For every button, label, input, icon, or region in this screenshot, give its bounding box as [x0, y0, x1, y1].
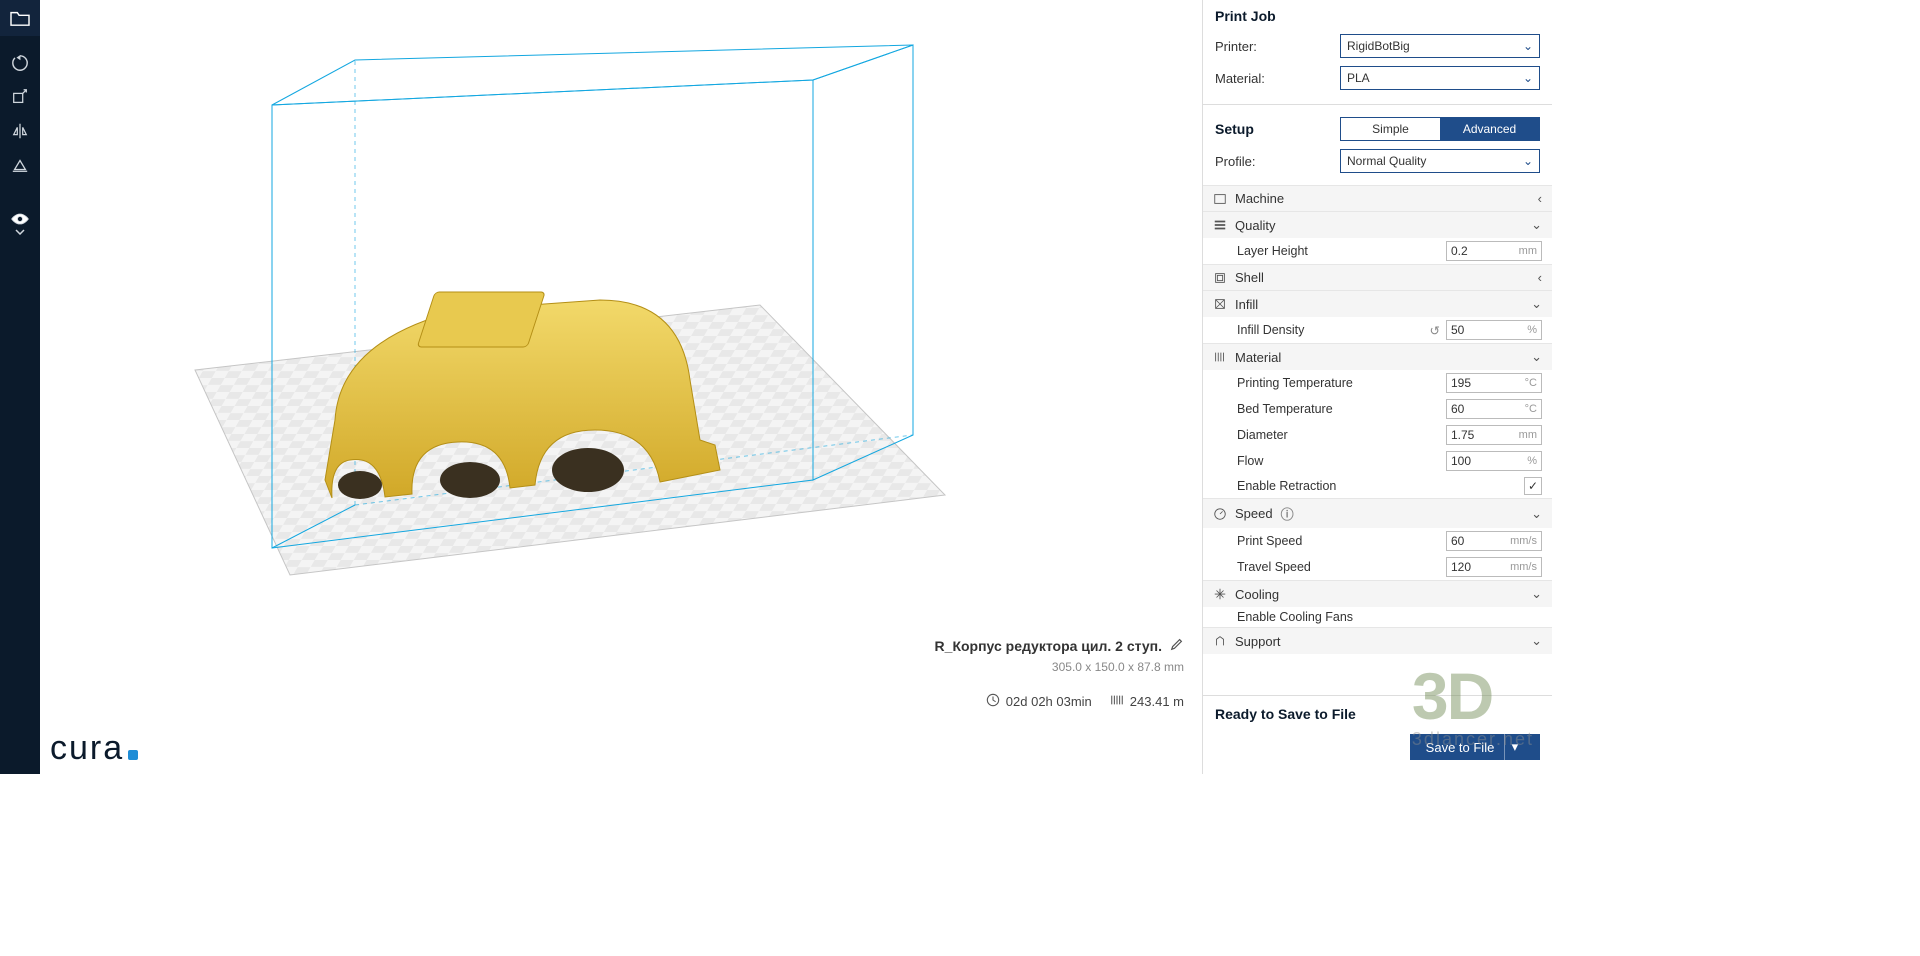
model-name: R_Корпус редуктора цил. 2 ступ. — [935, 638, 1162, 654]
printer-select[interactable]: RigidBotBig⌄ — [1340, 34, 1540, 58]
mode-advanced-button[interactable]: Advanced — [1440, 118, 1539, 140]
infill-density-input[interactable]: 50% — [1446, 320, 1542, 340]
profile-select[interactable]: Normal Quality⌄ — [1340, 149, 1540, 173]
category-quality[interactable]: Quality⌄ — [1203, 211, 1552, 238]
field-enable-cooling: Enable Cooling Fans — [1203, 607, 1552, 627]
layflat-tool[interactable] — [0, 148, 40, 182]
field-infill-density: Infill Density↺50% — [1203, 317, 1552, 343]
field-printing-temp: Printing Temperature195°C — [1203, 370, 1552, 396]
field-travel-speed: Travel Speed120mm/s — [1203, 554, 1552, 580]
printing-temp-input[interactable]: 195°C — [1446, 373, 1542, 393]
field-enable-retraction: Enable Retraction✓ — [1203, 474, 1552, 498]
setup-header: Setup — [1215, 121, 1254, 137]
field-diameter: Diameter1.75mm — [1203, 422, 1552, 448]
category-machine[interactable]: Machine‹ — [1203, 185, 1552, 211]
open-file-button[interactable] — [0, 0, 40, 36]
diameter-input[interactable]: 1.75mm — [1446, 425, 1542, 445]
bed-temp-input[interactable]: 60°C — [1446, 399, 1542, 419]
app-logo: cura — [50, 729, 138, 768]
material-select[interactable]: PLA⌄ — [1340, 66, 1540, 90]
layer-height-input[interactable]: 0.2mm — [1446, 241, 1542, 261]
left-toolbar — [0, 0, 40, 774]
scale-tool[interactable] — [0, 80, 40, 114]
reset-icon[interactable]: ↺ — [1430, 323, 1440, 338]
print-estimate-row: 02d 02h 03min 243.41 m — [986, 693, 1184, 710]
settings-panel: Print Job Printer: RigidBotBig⌄ Material… — [1202, 0, 1552, 774]
warning-icon: ⓘ — [1281, 504, 1294, 523]
flow-input[interactable]: 100% — [1446, 451, 1542, 471]
category-infill[interactable]: Infill⌄ — [1203, 290, 1552, 317]
save-to-file-button[interactable]: Save to File ▾ — [1410, 734, 1540, 760]
travel-speed-input[interactable]: 120mm/s — [1446, 557, 1542, 577]
category-material[interactable]: Material⌄ — [1203, 343, 1552, 370]
rotate-tool[interactable] — [0, 46, 40, 80]
profile-label: Profile: — [1215, 154, 1255, 169]
field-bed-temp: Bed Temperature60°C — [1203, 396, 1552, 422]
settings-list: Machine‹ Quality⌄ Layer Height0.2mm Shel… — [1203, 185, 1552, 695]
rename-icon[interactable] — [1170, 637, 1184, 654]
panel-footer: Ready to Save to File Save to File ▾ — [1203, 695, 1552, 774]
filament-icon — [1110, 693, 1124, 710]
print-time: 02d 02h 03min — [1006, 694, 1092, 709]
mode-simple-button[interactable]: Simple — [1341, 118, 1440, 140]
footer-title: Ready to Save to File — [1215, 706, 1540, 722]
field-print-speed: Print Speed60mm/s — [1203, 528, 1552, 554]
view-mode-button[interactable] — [0, 202, 40, 244]
category-cooling[interactable]: Cooling⌄ — [1203, 580, 1552, 607]
category-speed[interactable]: Speedⓘ⌄ — [1203, 498, 1552, 528]
field-layer-height: Layer Height0.2mm — [1203, 238, 1552, 264]
printer-label: Printer: — [1215, 39, 1257, 54]
category-support[interactable]: Support⌄ — [1203, 627, 1552, 654]
category-shell[interactable]: Shell‹ — [1203, 264, 1552, 290]
enable-retraction-checkbox[interactable]: ✓ — [1524, 477, 1542, 495]
field-flow: Flow100% — [1203, 448, 1552, 474]
setup-mode-toggle: Simple Advanced — [1340, 117, 1540, 141]
save-dropdown-icon[interactable]: ▾ — [1504, 734, 1524, 760]
viewport-3d[interactable]: R_Корпус редуктора цил. 2 ступ. 305.0 x … — [40, 0, 1202, 774]
print-speed-input[interactable]: 60mm/s — [1446, 531, 1542, 551]
model-info: R_Корпус редуктора цил. 2 ступ. 305.0 x … — [935, 637, 1184, 674]
mirror-tool[interactable] — [0, 114, 40, 148]
clock-icon — [986, 693, 1000, 710]
material-label: Material: — [1215, 71, 1265, 86]
print-job-header: Print Job — [1215, 8, 1540, 24]
filament-length: 243.41 m — [1130, 694, 1184, 709]
model-dimensions: 305.0 x 150.0 x 87.8 mm — [935, 660, 1184, 674]
